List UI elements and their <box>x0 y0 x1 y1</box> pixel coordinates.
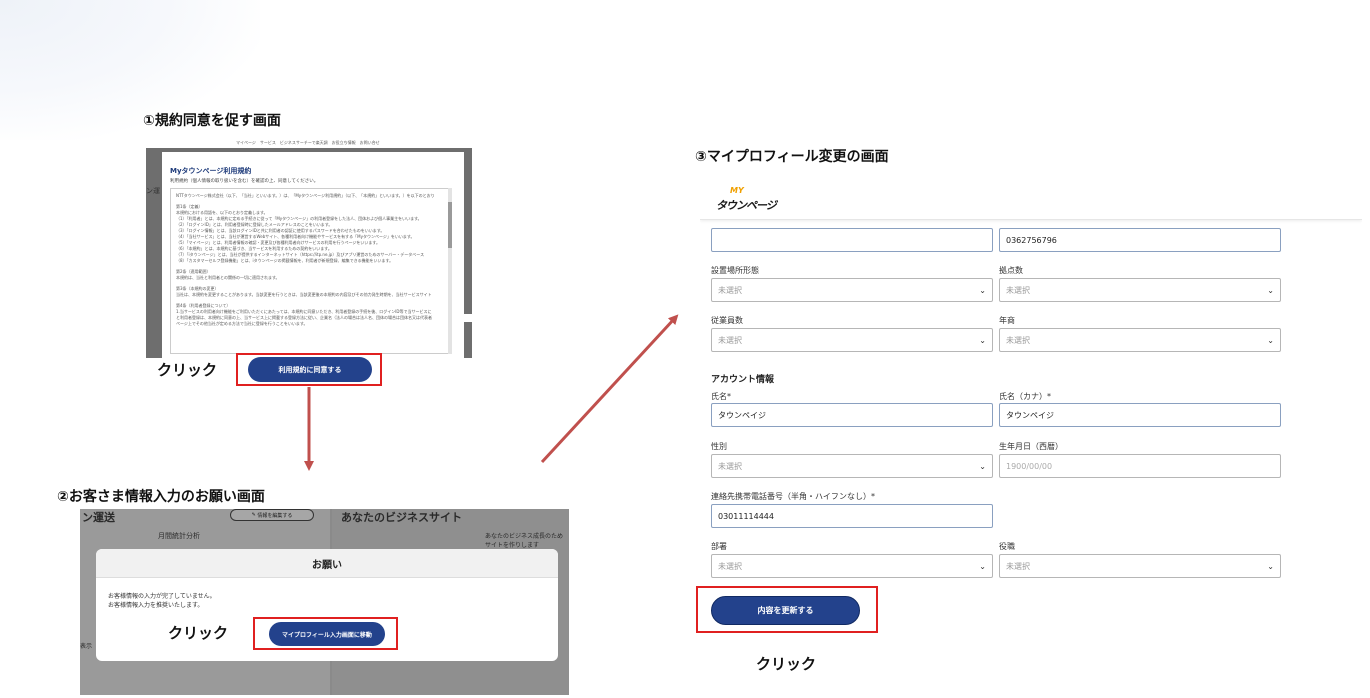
scrollbar-thumb[interactable] <box>448 202 452 248</box>
phone-input[interactable]: 0362756796 <box>999 228 1281 252</box>
background-title-right: あなたのビジネスサイト <box>341 511 462 524</box>
install-type-label: 設置場所形態 <box>711 266 759 275</box>
terms-consent-screenshot: マイページ サービス ビジネスサーチーで楽天調 お役立ち情報 お問い合せ ン運 … <box>146 138 472 358</box>
agree-terms-button[interactable]: 利用規約に同意する <box>248 357 372 382</box>
locations-select[interactable]: 未選択 ⌄ <box>999 278 1281 302</box>
department-select[interactable]: 未選択 ⌄ <box>711 554 993 578</box>
position-select[interactable]: 未選択 ⌄ <box>999 554 1281 578</box>
my-profile-screenshot: MY タウンページ 0362756796 設置場所形態 未選択 ⌄ 拠点数 未選択… <box>700 178 1362 590</box>
step1-title: ①規約同意を促す画面 <box>143 113 281 129</box>
click-label-1: クリック <box>157 361 218 379</box>
chevron-down-icon: ⌄ <box>979 335 986 345</box>
chevron-down-icon: ⌄ <box>1267 285 1274 295</box>
mobile-label: 連絡先携帯電話番号（半角・ハイフンなし）* <box>711 492 875 501</box>
birthday-input[interactable]: 1900/00/00 <box>999 454 1281 478</box>
chevron-down-icon: ⌄ <box>979 561 986 571</box>
install-type-select[interactable]: 未選択 ⌄ <box>711 278 993 302</box>
chevron-down-icon: ⌄ <box>1267 561 1274 571</box>
chevron-down-icon: ⌄ <box>979 285 986 295</box>
annual-sales-label: 年商 <box>999 316 1015 325</box>
background-text-bottom: 表示 <box>80 643 93 650</box>
mytownpage-logo[interactable]: MY タウンページ <box>716 186 777 214</box>
step2-title: ②お客さま情報入力のお願い画面 <box>57 489 265 505</box>
mobile-input[interactable]: 03011114444 <box>711 504 993 528</box>
step3-title: ③マイプロフィール変更の画面 <box>695 149 889 165</box>
install-type-value: 未選択 <box>718 285 742 295</box>
move-to-profile-button[interactable]: マイプロフィール入力画面に移動 <box>269 622 385 646</box>
background-subtitle-left: 月間統計分析 <box>158 532 200 540</box>
employees-select[interactable]: 未選択 ⌄ <box>711 328 993 352</box>
position-label: 役職 <box>999 542 1015 551</box>
locations-value: 未選択 <box>1006 285 1030 295</box>
logo-my: MY <box>730 186 744 195</box>
terms-text-box[interactable]: NTTタウンページ株式会社（以下、「当社」といいます。）は、「Myタウンページ利… <box>170 188 452 354</box>
background-text-right-2: サイトを作りします <box>485 542 540 549</box>
update-profile-button[interactable]: 内容を更新する <box>711 596 860 625</box>
terms-modal-subtitle: 利用規約（個人情報の取り扱いを含む）を確認の上、同意してください。 <box>170 179 319 184</box>
terms-line: NTTタウンページ株式会社（以下、「当社」といいます。）は、「Myタウンページ利… <box>176 193 435 198</box>
dialog-message-1: お客様情報の入力が完了していません。 <box>108 593 216 600</box>
edit-info-label: 情報を編集する <box>257 512 293 519</box>
department-label: 部署 <box>711 542 727 551</box>
background-text-right-1: あなたのビジネス成長のため <box>485 533 564 540</box>
customer-info-request-screenshot: ン運送 月間統計分析 ✎ 情報を編集する あなたのビジネスサイト あなたのビジネ… <box>80 509 569 695</box>
locations-label: 拠点数 <box>999 266 1023 275</box>
background-text: ン運 <box>146 187 160 195</box>
gender-select[interactable]: 未選択 ⌄ <box>711 454 993 478</box>
logo-text: タウンページ <box>716 199 777 212</box>
name-kana-input[interactable]: タウンペイジ <box>999 403 1281 427</box>
name-kana-label: 氏名（カナ）* <box>999 392 1051 401</box>
terms-modal: Myタウンページ利用規約 利用規約（個人情報の取り扱いを含む）を確認の上、同意し… <box>162 152 464 358</box>
dialog-title: お願い <box>96 549 558 578</box>
chevron-down-icon: ⌄ <box>1267 335 1274 345</box>
birthday-label: 生年月日（西暦） <box>999 442 1063 451</box>
position-value: 未選択 <box>1006 561 1030 571</box>
terms-line: ページ上でその他当社が定める方法で当社に登録を行うことをいいます。 <box>176 321 308 326</box>
top-navigation: マイページ サービス ビジネスサーチーで楽天調 お役立ち情報 お問い合せ <box>146 138 472 148</box>
gender-value: 未選択 <box>718 461 742 471</box>
terms-line: 当社は、本規約を変更することがあります。当該変更を行うときは、当該変更後の本規約… <box>176 292 432 297</box>
annual-sales-value: 未選択 <box>1006 335 1030 345</box>
click-label-2: クリック <box>168 624 229 642</box>
background-title-left: ン運送 <box>82 511 115 524</box>
chevron-down-icon: ⌄ <box>979 461 986 471</box>
terms-scrollbar[interactable] <box>448 188 452 354</box>
annual-sales-select[interactable]: 未選択 ⌄ <box>999 328 1281 352</box>
employees-label: 従業員数 <box>711 316 743 325</box>
department-value: 未選択 <box>718 561 742 571</box>
gender-label: 性別 <box>711 442 727 451</box>
top-left-input[interactable] <box>711 228 993 252</box>
employees-value: 未選択 <box>718 335 742 345</box>
click-label-3: クリック <box>756 655 817 673</box>
site-header: MY タウンページ <box>700 178 1362 220</box>
dialog-message-2: お客様情報入力を推奨いたします。 <box>108 602 204 609</box>
terms-modal-title: Myタウンページ利用規約 <box>170 167 252 175</box>
name-input[interactable]: タウンペイジ <box>711 403 993 427</box>
account-section-heading: アカウント情報 <box>711 375 775 385</box>
diagonal-arrow <box>540 314 679 464</box>
edit-info-button: ✎ 情報を編集する <box>230 509 314 521</box>
name-label: 氏名* <box>711 392 731 401</box>
